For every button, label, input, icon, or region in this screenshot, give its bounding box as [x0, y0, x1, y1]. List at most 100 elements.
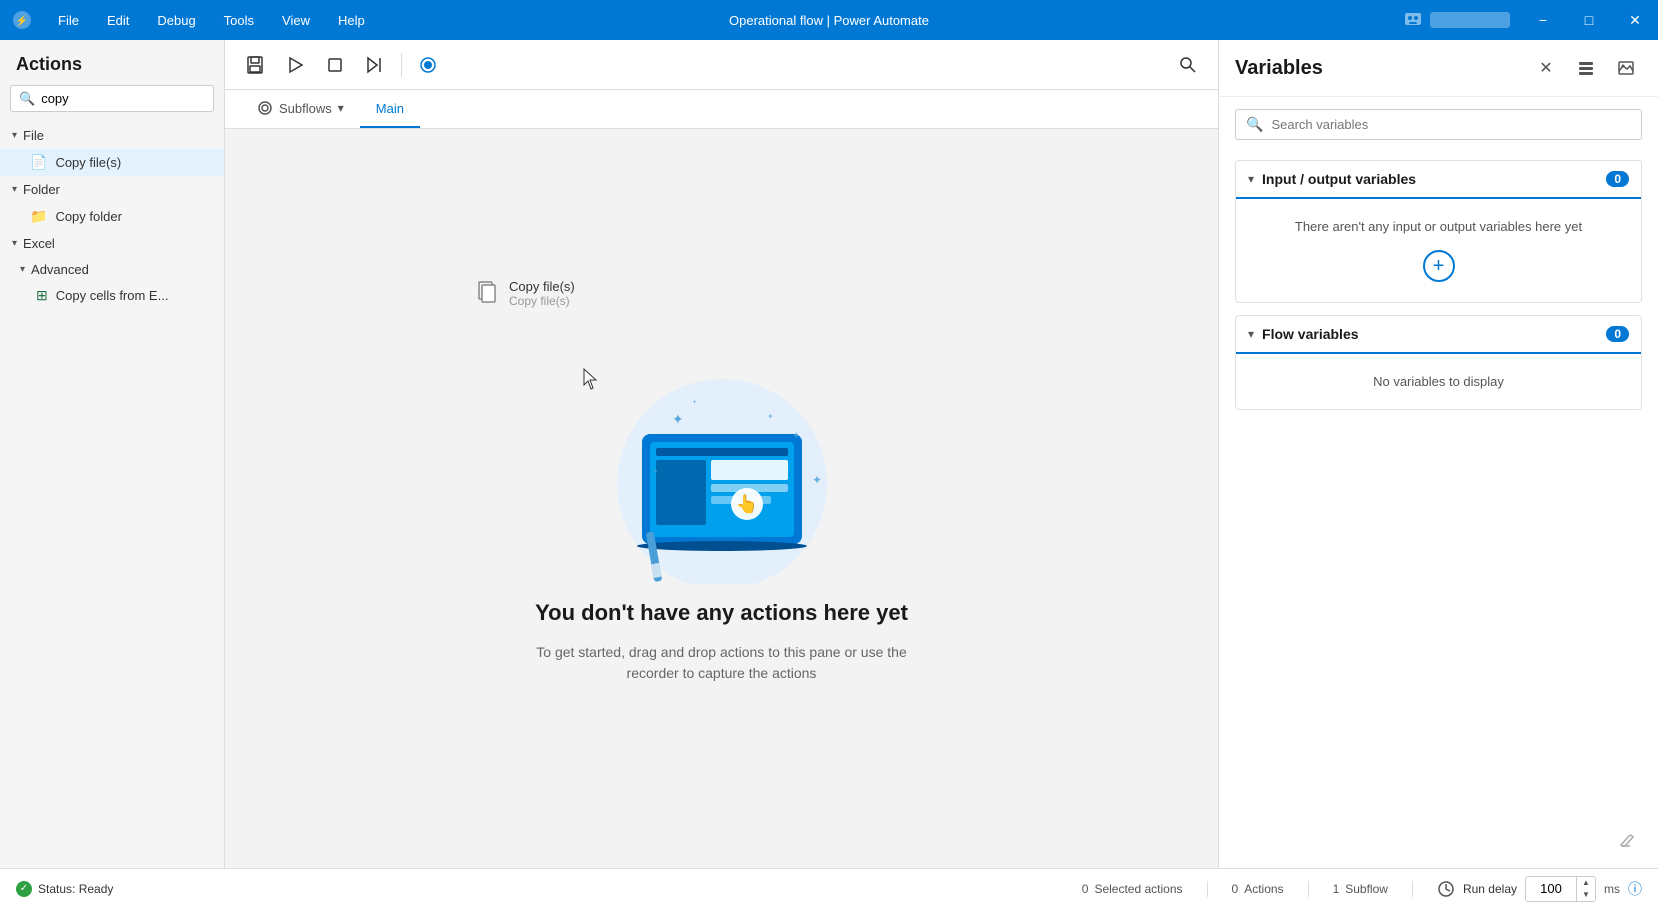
tree-item-copy-files[interactable]: 📄 Copy file(s)	[0, 149, 224, 176]
tree-group-excel[interactable]: ▾ Excel	[0, 230, 224, 257]
menu-debug[interactable]: Debug	[143, 0, 209, 40]
tree-item-copy-cells[interactable]: ⊞ Copy cells from E...	[0, 282, 224, 309]
chevron-down-icon: ▾	[1248, 327, 1254, 341]
variables-header-icons: ✕	[1530, 52, 1642, 84]
tree-subgroup-advanced-label: Advanced	[31, 262, 89, 277]
menu-file[interactable]: File	[44, 0, 93, 40]
variables-search-input[interactable]	[1271, 117, 1631, 132]
chevron-down-icon: ▾	[20, 264, 25, 275]
status-label: Status: Ready	[38, 882, 113, 896]
svg-text:✦: ✦	[792, 431, 800, 442]
run-delay-up-button[interactable]: ▲	[1577, 877, 1595, 889]
add-variable-button[interactable]: +	[1423, 250, 1455, 282]
run-delay-unit: ms	[1604, 882, 1620, 896]
menu-tools[interactable]: Tools	[210, 0, 268, 40]
search-icon	[1179, 56, 1197, 74]
close-button[interactable]: ✕	[1612, 0, 1658, 40]
input-output-title: Input / output variables	[1262, 171, 1598, 187]
svg-text:⚡: ⚡	[16, 14, 28, 27]
step-icon	[365, 56, 385, 74]
layers-icon	[1577, 59, 1595, 77]
clock-icon	[1437, 880, 1455, 898]
tree-item-copy-folder[interactable]: 📁 Copy folder	[0, 203, 224, 230]
svg-text:✦: ✦	[692, 399, 697, 406]
username-blur	[1430, 12, 1510, 28]
maximize-button[interactable]: □	[1566, 0, 1612, 40]
app-body: Actions 🔍 ✕ ▾ File 📄 Copy file(s) ▾ Fold…	[0, 40, 1658, 868]
input-output-count: 0	[1606, 171, 1629, 187]
menu-edit[interactable]: Edit	[93, 0, 143, 40]
tree-item-copy-files-label: Copy file(s)	[55, 155, 121, 170]
tab-main[interactable]: Main	[360, 90, 420, 128]
variables-image-button[interactable]	[1610, 52, 1642, 84]
run-button[interactable]	[277, 47, 313, 83]
window-title: Operational flow | Power Automate	[729, 13, 929, 28]
chevron-down-icon: ▾	[12, 184, 17, 195]
menu-help[interactable]: Help	[324, 0, 379, 40]
actions-search-box[interactable]: 🔍 ✕	[10, 85, 214, 112]
input-output-header[interactable]: ▾ Input / output variables 0	[1236, 161, 1641, 199]
search-flow-button[interactable]	[1170, 47, 1206, 83]
actions-count: 0	[1232, 882, 1239, 896]
svg-text:✦: ✦	[652, 467, 659, 476]
status-indicator: ✓	[16, 881, 32, 897]
play-icon	[286, 56, 304, 74]
run-delay-label: Run delay	[1463, 882, 1517, 896]
selected-actions-count: 0	[1082, 882, 1089, 896]
selected-actions-section: 0 Selected actions	[1082, 882, 1183, 896]
robot-icon	[1402, 9, 1424, 31]
editor-toolbar	[225, 40, 1218, 90]
editor-canvas[interactable]: Copy file(s) Copy file(s)	[225, 129, 1218, 868]
empty-title: You don't have any actions here yet	[535, 600, 908, 626]
editor-tabs: Subflows ▾ Main	[225, 90, 1218, 129]
flow-variables-count: 0	[1606, 326, 1629, 342]
minimize-button[interactable]: −	[1520, 0, 1566, 40]
drag-action-sub: Copy file(s)	[509, 294, 575, 308]
variables-layers-button[interactable]	[1570, 52, 1602, 84]
record-icon	[419, 56, 437, 74]
step-button[interactable]	[357, 47, 393, 83]
actions-search-input[interactable]	[41, 91, 217, 106]
empty-desc: To get started, drag and drop actions to…	[522, 642, 922, 684]
tree-group-file[interactable]: ▾ File	[0, 122, 224, 149]
save-button[interactable]	[237, 47, 273, 83]
copy-file-icon	[475, 279, 499, 303]
tab-subflows[interactable]: Subflows ▾	[241, 90, 360, 128]
eraser-button[interactable]	[1610, 826, 1642, 858]
status-divider3	[1412, 881, 1413, 897]
tree-group-folder-label: Folder	[23, 182, 60, 197]
folder-copy-icon: 📁	[30, 208, 47, 225]
statusbar: ✓ Status: Ready 0 Selected actions 0 Act…	[0, 868, 1658, 908]
actions-panel-title: Actions	[0, 40, 224, 85]
stop-icon	[326, 56, 344, 74]
tree-group-folder[interactable]: ▾ Folder	[0, 176, 224, 203]
input-output-empty-text: There aren't any input or output variabl…	[1295, 219, 1582, 234]
chevron-down-icon: ▾	[12, 130, 17, 141]
run-delay-input[interactable]: ▲ ▼	[1525, 876, 1596, 902]
stop-button[interactable]	[317, 47, 353, 83]
titlebar: ⚡ File Edit Debug Tools View Help Operat…	[0, 0, 1658, 40]
drag-action-icon	[475, 279, 499, 308]
subflows-icon	[257, 100, 273, 116]
tab-subflows-label: Subflows	[279, 101, 332, 116]
menu-bar: ⚡ File Edit Debug Tools View Help	[0, 0, 379, 40]
menu-view[interactable]: View	[268, 0, 324, 40]
flow-variables-header[interactable]: ▾ Flow variables 0	[1236, 316, 1641, 354]
tree-subgroup-advanced[interactable]: ▾ Advanced	[0, 257, 224, 282]
variables-search-box[interactable]: 🔍	[1235, 109, 1642, 140]
variables-close-button[interactable]: ✕	[1530, 52, 1562, 84]
svg-text:✦: ✦	[812, 473, 822, 487]
info-icon[interactable]: ⓘ	[1628, 879, 1642, 899]
flow-variables-empty-text: No variables to display	[1256, 374, 1621, 389]
status-divider	[1207, 881, 1208, 897]
run-delay-value[interactable]	[1526, 879, 1576, 898]
status-ready: ✓ Status: Ready	[16, 881, 113, 897]
subflow-label: Subflow	[1345, 882, 1388, 896]
run-delay-down-button[interactable]: ▼	[1577, 889, 1595, 901]
tree-item-copy-folder-label: Copy folder	[55, 209, 121, 224]
flow-editor: Subflows ▾ Main Copy file(s) Copy file	[225, 40, 1218, 868]
record-button[interactable]	[410, 47, 446, 83]
checkmark-icon: ✓	[20, 883, 28, 894]
variables-panel: Variables ✕	[1218, 40, 1658, 868]
run-delay-section: Run delay ▲ ▼ ms ⓘ	[1437, 876, 1642, 902]
